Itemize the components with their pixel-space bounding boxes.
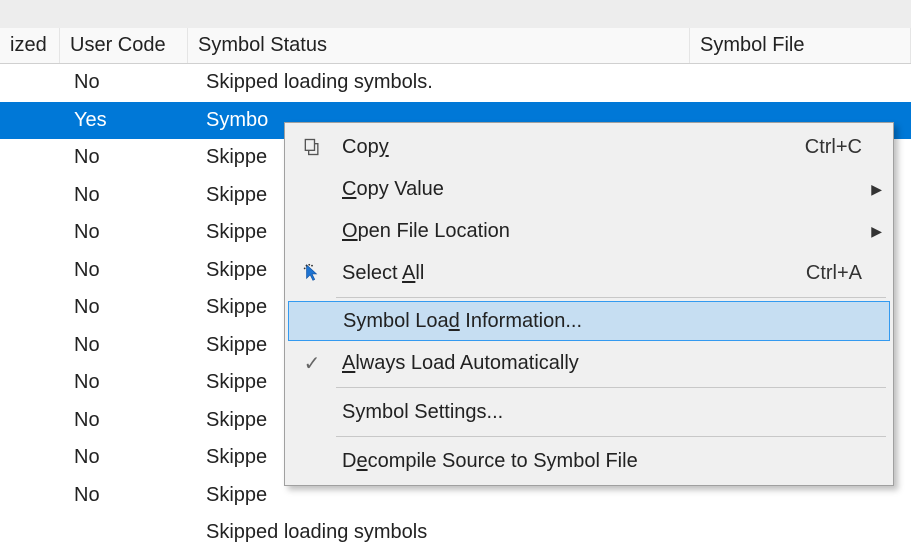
menu-always-load[interactable]: ✓ Always Load Automatically	[288, 342, 890, 384]
menu-copy-value[interactable]: Copy Value ▶	[288, 168, 890, 210]
menu-symbol-load-info[interactable]: Symbol Load Information...	[288, 301, 890, 341]
cell-user-code: No	[60, 146, 188, 169]
menu-select-all[interactable]: Select All Ctrl+A	[288, 252, 890, 294]
table-header: ized User Code Symbol Status Symbol File	[0, 28, 911, 64]
cell-user-code: No	[60, 221, 188, 244]
submenu-arrow-icon: ▶	[866, 181, 882, 198]
menu-open-file-label: Open File Location	[332, 220, 866, 243]
menu-copy[interactable]: Copy Ctrl+C	[288, 126, 890, 168]
menu-select-all-shortcut: Ctrl+A	[806, 262, 866, 285]
cell-user-code: No	[60, 259, 188, 282]
menu-separator	[336, 297, 886, 298]
cell-user-code: No	[60, 184, 188, 207]
cell-user-code: No	[60, 446, 188, 469]
menu-separator	[336, 387, 886, 388]
cell-symbol-status: Skipped loading symbols	[188, 521, 690, 544]
cell-symbol-status: Skipped loading symbols.	[188, 71, 690, 94]
menu-always-load-label: Always Load Automatically	[332, 352, 866, 375]
col-header-symbol-status[interactable]: Symbol Status	[188, 28, 690, 63]
cell-user-code: No	[60, 409, 188, 432]
submenu-arrow-icon: ▶	[866, 223, 882, 240]
context-menu: Copy Ctrl+C Copy Value ▶ Open File Locat…	[284, 122, 894, 486]
menu-select-all-label: Select All	[332, 262, 806, 285]
menu-separator	[336, 436, 886, 437]
copy-icon	[292, 137, 332, 157]
menu-symbol-settings-label: Symbol Settings...	[332, 401, 866, 424]
menu-decompile[interactable]: Decompile Source to Symbol File	[288, 440, 890, 482]
top-spacer	[0, 0, 911, 28]
cell-symbol-status: Skippe	[188, 484, 690, 507]
cell-user-code: No	[60, 296, 188, 319]
menu-symbol-settings[interactable]: Symbol Settings...	[288, 391, 890, 433]
cell-user-code: No	[60, 71, 188, 94]
menu-decompile-label: Decompile Source to Symbol File	[332, 450, 866, 473]
cell-user-code: No	[60, 484, 188, 507]
checkmark-icon: ✓	[292, 351, 332, 376]
select-all-cursor-icon	[292, 262, 332, 284]
col-header-user-code[interactable]: User Code	[60, 28, 188, 63]
cell-user-code: Yes	[60, 109, 188, 132]
menu-copy-label: Copy	[332, 136, 805, 159]
col-header-symbol-file[interactable]: Symbol File	[690, 28, 911, 63]
cell-user-code: No	[60, 334, 188, 357]
menu-copy-value-label: Copy Value	[332, 178, 866, 201]
table-row[interactable]: NoSkipped loading symbols.	[0, 64, 911, 102]
col-header-ized[interactable]: ized	[0, 28, 60, 63]
cell-user-code: No	[60, 371, 188, 394]
table-row[interactable]: Skipped loading symbols	[0, 514, 911, 552]
menu-symbol-load-info-label: Symbol Load Information...	[333, 310, 865, 333]
menu-copy-shortcut: Ctrl+C	[805, 136, 866, 159]
menu-open-file-location[interactable]: Open File Location ▶	[288, 210, 890, 252]
